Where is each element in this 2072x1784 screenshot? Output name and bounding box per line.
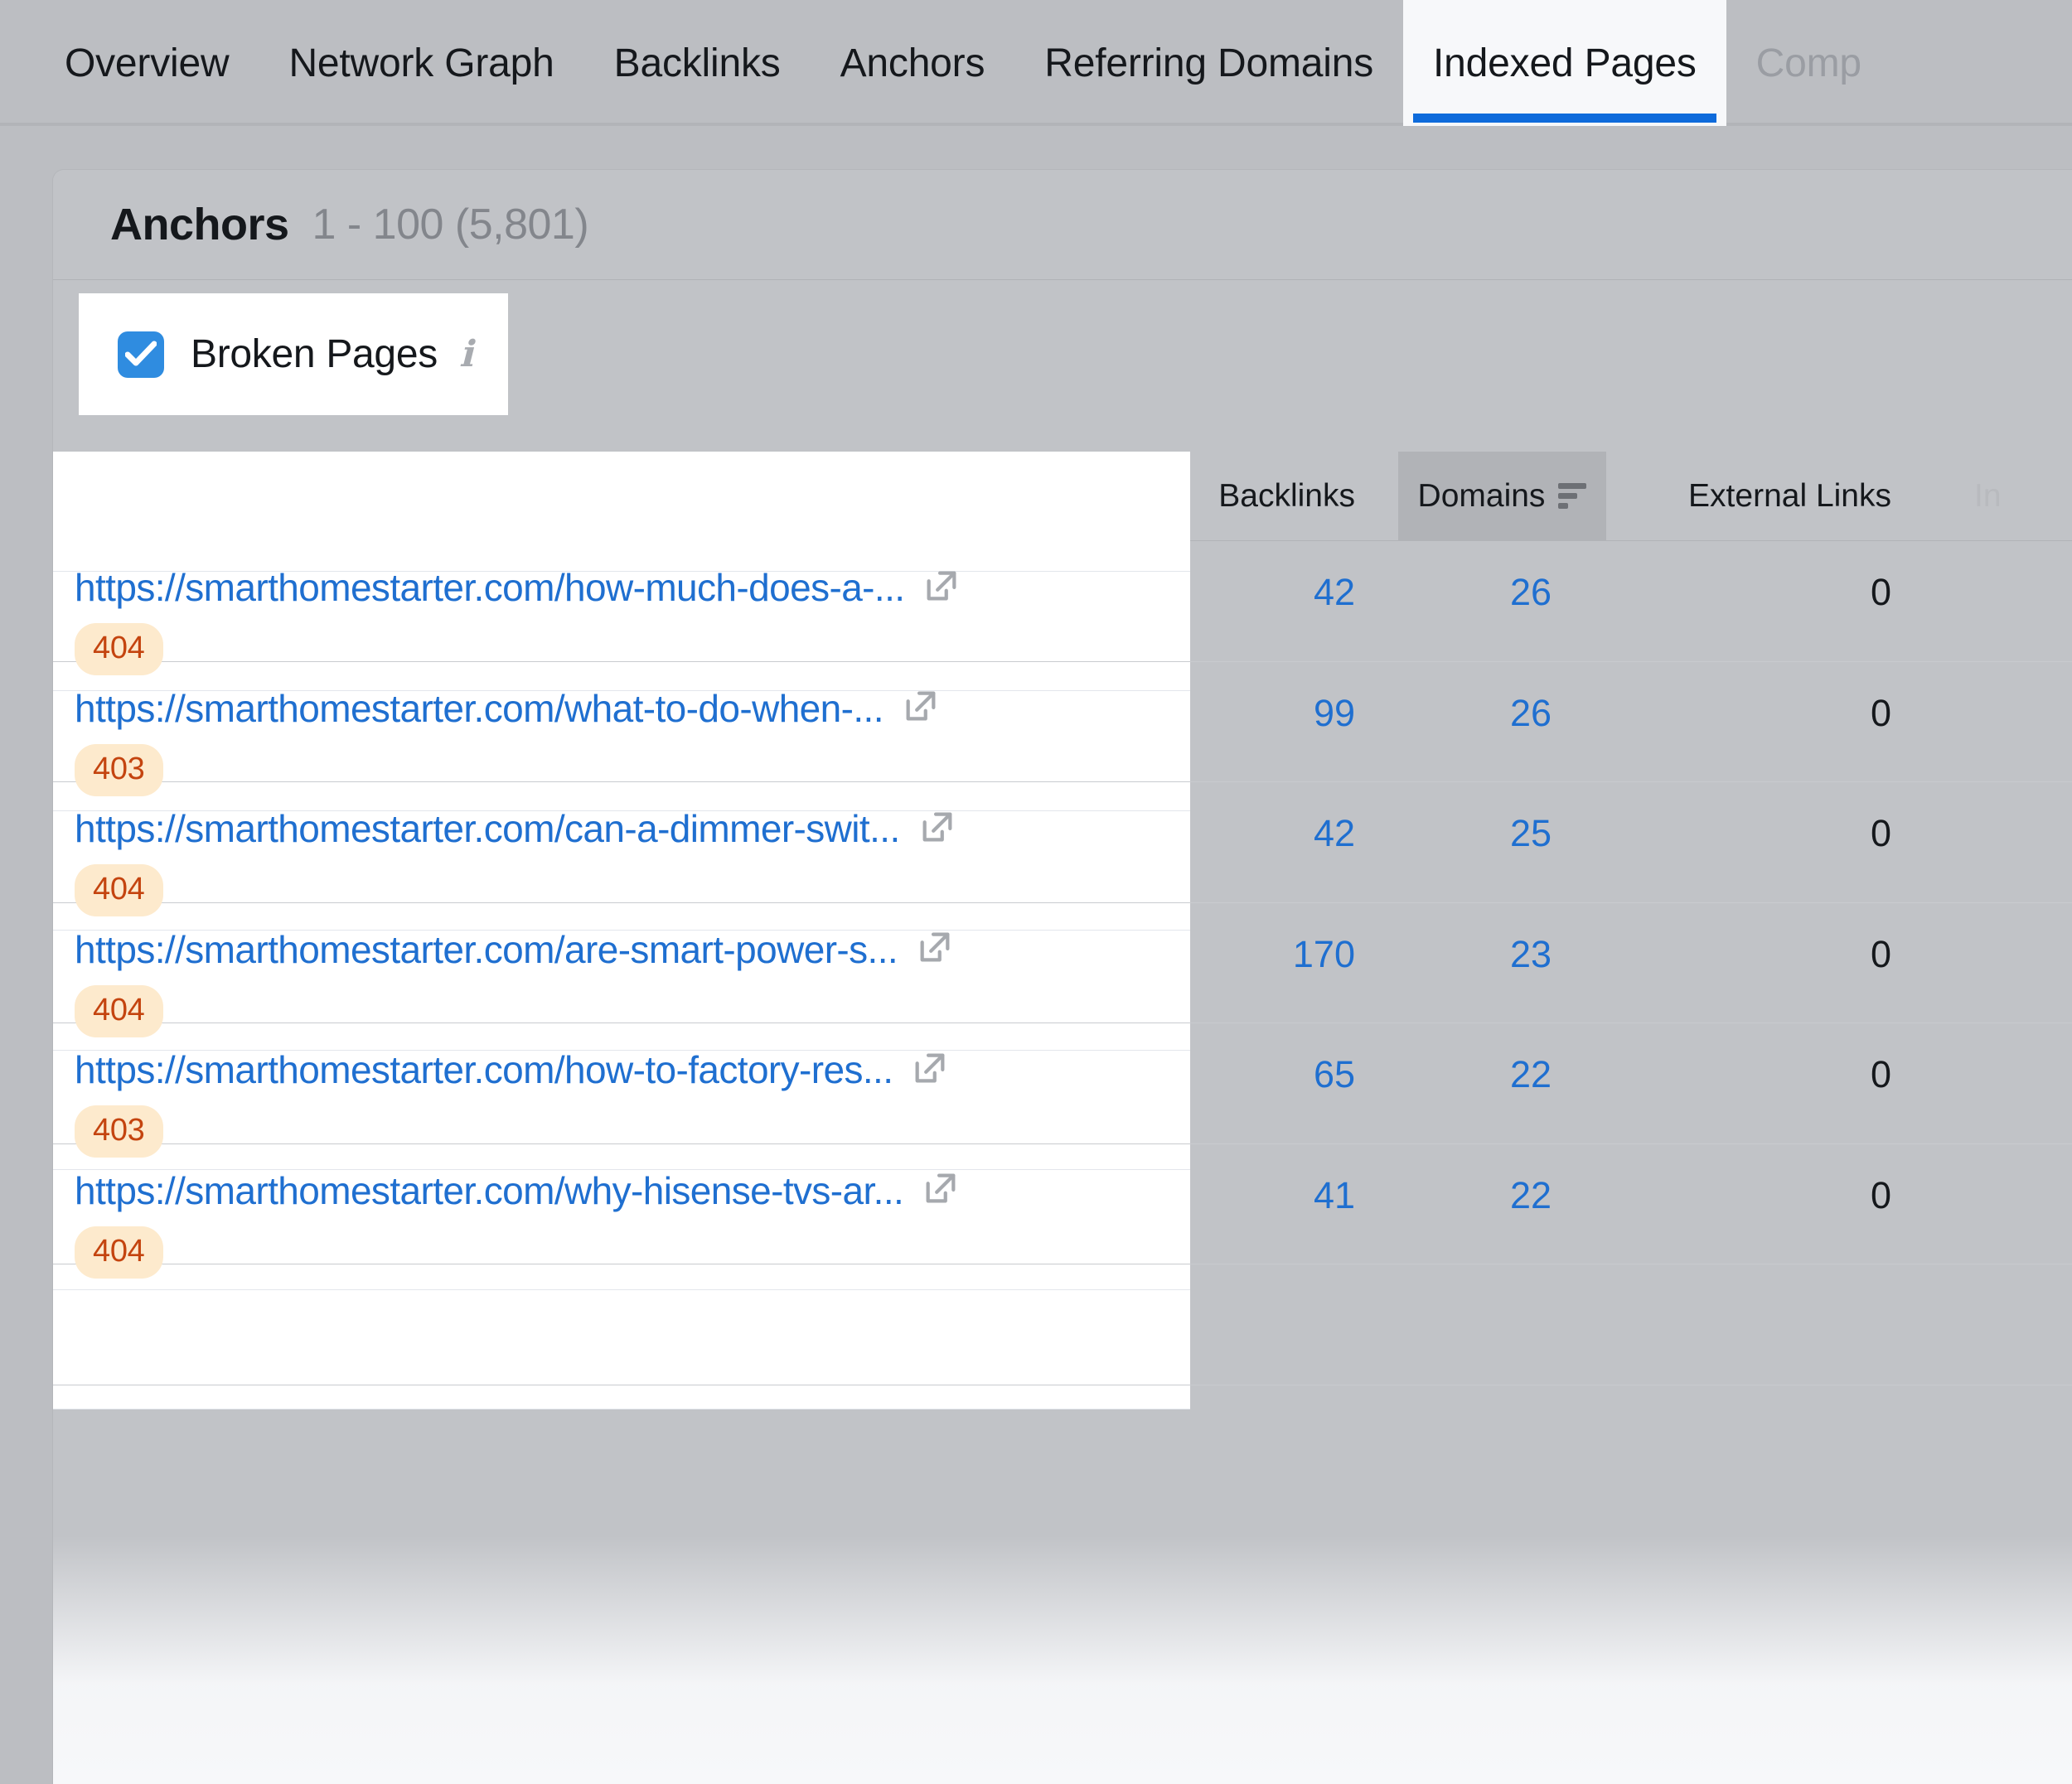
cell-external-links: 0 bbox=[1870, 571, 1891, 613]
tab-backlinks[interactable]: Backlinks bbox=[584, 0, 811, 126]
cell-backlinks[interactable]: 42 bbox=[1190, 782, 1398, 855]
url-line: https://smarthomestarter.com/how-to-fact… bbox=[75, 1047, 1190, 1092]
tab-list: Overview Network Graph Backlinks Anchors… bbox=[35, 0, 1891, 126]
cell-domains bbox=[1398, 1264, 1606, 1294]
external-link-icon[interactable] bbox=[922, 567, 961, 609]
cell-backlinks[interactable]: 65 bbox=[1190, 1023, 1398, 1096]
cell-title-and-url: https://smarthomestarter.com/what-to-do-… bbox=[53, 662, 1190, 796]
filter-bar: Broken Pages ℹ bbox=[53, 280, 2072, 452]
external-link-icon[interactable] bbox=[918, 808, 956, 850]
page-url-link[interactable]: https://smarthomestarter.com/can-a-dimme… bbox=[75, 806, 900, 851]
cell-title-and-url: https://smarthomestarter.com/why-hisense… bbox=[53, 1144, 1190, 1279]
column-header-backlinks[interactable]: Backlinks bbox=[1190, 452, 1398, 540]
info-icon[interactable]: ℹ bbox=[459, 336, 473, 373]
cell-domains[interactable]: 25 bbox=[1398, 782, 1606, 855]
url-line: https://smarthomestarter.com/can-a-dimme… bbox=[75, 806, 1190, 851]
column-header-internal-links[interactable]: In bbox=[1943, 452, 2072, 540]
table-row[interactable]: https://smarthomestarter.com/can-a-dimme… bbox=[53, 782, 2072, 916]
table-row-placeholder bbox=[53, 1264, 2072, 1385]
url-line: https://smarthomestarter.com/why-hisense… bbox=[75, 1168, 1190, 1213]
table-row[interactable]: https://smarthomestarter.com/what-to-do-… bbox=[53, 662, 2072, 796]
table-row[interactable]: https://smarthomestarter.com/how-much-do… bbox=[53, 541, 2072, 675]
column-header-external-links[interactable]: External Links bbox=[1606, 452, 1943, 540]
tab-competitors[interactable]: Comp bbox=[1726, 0, 1891, 126]
page-url-link[interactable]: https://smarthomestarter.com/what-to-do-… bbox=[75, 686, 884, 731]
panel-result-count: 1 - 100 (5,801) bbox=[312, 201, 589, 249]
panel-header: Anchors 1 - 100 (5,801) bbox=[53, 170, 2072, 280]
external-link-icon[interactable] bbox=[922, 1169, 960, 1211]
cell-external-links: 0 bbox=[1870, 932, 1891, 975]
url-line: https://smarthomestarter.com/how-much-do… bbox=[75, 565, 1190, 610]
cell-external-links: 0 bbox=[1870, 812, 1891, 854]
table-row[interactable]: https://smarthomestarter.com/why-hisense… bbox=[53, 1144, 2072, 1279]
column-header-domains[interactable]: Domains bbox=[1398, 452, 1606, 540]
external-link-icon[interactable] bbox=[911, 1049, 949, 1091]
cell-backlinks[interactable]: 41 bbox=[1190, 1144, 1398, 1217]
cell-domains[interactable]: 26 bbox=[1398, 662, 1606, 735]
cell-external-links: 0 bbox=[1870, 1173, 1891, 1216]
cell-domains[interactable]: 26 bbox=[1398, 541, 1606, 614]
external-link-icon[interactable] bbox=[916, 928, 954, 970]
panel-title: Anchors bbox=[110, 200, 289, 249]
column-header-title-and-url[interactable]: Title and URL bbox=[53, 452, 1190, 540]
external-link-icon[interactable] bbox=[902, 687, 940, 729]
column-header-domains-label: Domains bbox=[1417, 477, 1546, 514]
table-header-row: Title and URL Backlinks Domains External… bbox=[53, 452, 2072, 541]
cell-backlinks bbox=[1190, 1264, 1398, 1294]
cell-external-links bbox=[1606, 1264, 1943, 1294]
cell-backlinks[interactable]: 99 bbox=[1190, 662, 1398, 735]
cell-domains[interactable]: 22 bbox=[1398, 1023, 1606, 1096]
page-url-link[interactable]: https://smarthomestarter.com/how-to-fact… bbox=[75, 1047, 893, 1092]
page-url-link[interactable]: https://smarthomestarter.com/how-much-do… bbox=[75, 565, 905, 610]
cell-external-links: 0 bbox=[1870, 1053, 1891, 1095]
url-line: https://smarthomestarter.com/are-smart-p… bbox=[75, 927, 1190, 972]
indexed-pages-table: Title and URL Backlinks Domains External… bbox=[53, 452, 2072, 1409]
table-row[interactable]: https://smarthomestarter.com/are-smart-p… bbox=[53, 903, 2072, 1037]
sort-descending-icon[interactable] bbox=[1558, 483, 1587, 509]
tab-overview[interactable]: Overview bbox=[35, 0, 259, 126]
cell-external-links: 0 bbox=[1870, 691, 1891, 734]
checkmark-icon bbox=[125, 341, 157, 365]
cell-title-and-url: https://smarthomestarter.com/are-smart-p… bbox=[53, 903, 1190, 1037]
cell-title-and-url bbox=[53, 1264, 1190, 1288]
url-line: https://smarthomestarter.com/what-to-do-… bbox=[75, 686, 1190, 731]
cell-domains[interactable]: 22 bbox=[1398, 1144, 1606, 1217]
cell-title-and-url: https://smarthomestarter.com/how-to-fact… bbox=[53, 1023, 1190, 1158]
bottom-fade-overlay bbox=[53, 1535, 2072, 1784]
tab-network-graph[interactable]: Network Graph bbox=[259, 0, 583, 126]
tab-indexed-pages[interactable]: Indexed Pages bbox=[1403, 0, 1726, 126]
cell-title-and-url: https://smarthomestarter.com/can-a-dimme… bbox=[53, 782, 1190, 916]
page-url-link[interactable]: https://smarthomestarter.com/are-smart-p… bbox=[75, 927, 898, 972]
tab-bar: Overview Network Graph Backlinks Anchors… bbox=[0, 0, 2072, 126]
page-url-link[interactable]: https://smarthomestarter.com/why-hisense… bbox=[75, 1168, 904, 1213]
broken-pages-filter[interactable]: Broken Pages ℹ bbox=[79, 293, 508, 415]
cell-title-and-url: https://smarthomestarter.com/how-much-do… bbox=[53, 541, 1190, 675]
broken-pages-checkbox[interactable] bbox=[118, 331, 164, 378]
cell-backlinks[interactable]: 42 bbox=[1190, 541, 1398, 614]
anchors-panel: Anchors 1 - 100 (5,801) Broken Pages ℹ T… bbox=[52, 169, 2072, 1784]
tab-anchors[interactable]: Anchors bbox=[811, 0, 1015, 126]
cell-backlinks[interactable]: 170 bbox=[1190, 903, 1398, 976]
table-row[interactable]: https://smarthomestarter.com/how-to-fact… bbox=[53, 1023, 2072, 1158]
broken-pages-label: Broken Pages bbox=[191, 332, 438, 376]
cell-domains[interactable]: 23 bbox=[1398, 903, 1606, 976]
tab-referring-domains[interactable]: Referring Domains bbox=[1014, 0, 1403, 126]
